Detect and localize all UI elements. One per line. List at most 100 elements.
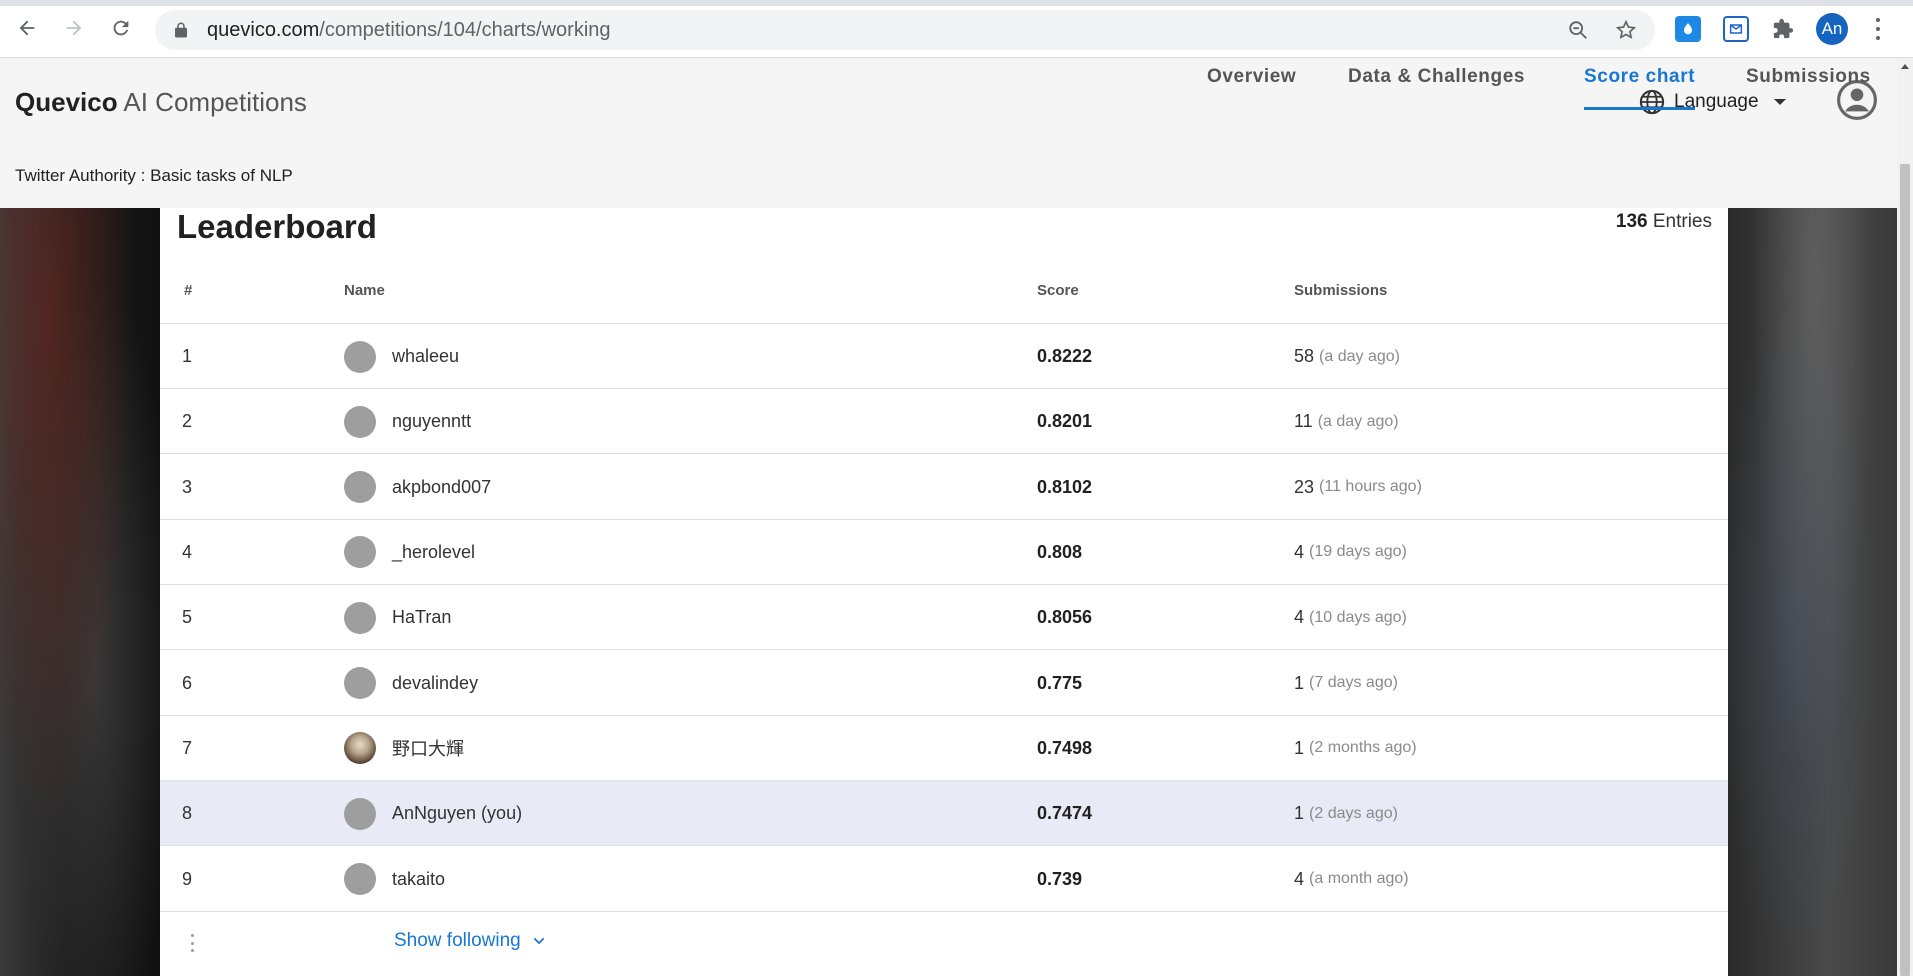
browser-toolbar: quevico.com/competitions/104/charts/work… (0, 0, 1913, 58)
user-name: AnNguyen (you) (392, 803, 523, 824)
column-header-name: Name (344, 282, 385, 299)
last-submission-time: (a day ago) (1319, 347, 1400, 365)
bookmark-star-icon[interactable] (1615, 19, 1637, 41)
table-row: 5 HaTran 0.8056 4 (10 days ago) (160, 585, 1728, 651)
forward-button[interactable] (59, 13, 89, 43)
rank-cell: 7 (182, 737, 193, 758)
show-following-label: Show following (394, 930, 521, 951)
entries-label: Entries (1652, 211, 1712, 232)
rank-cell: 8 (182, 803, 193, 824)
score-cell: 0.775 (1037, 672, 1083, 693)
table-row: 2 nguyenntt 0.8201 11 (a day ago) (160, 389, 1728, 455)
extension-save-icon[interactable] (1723, 16, 1749, 42)
table-row-current-user: 8 AnNguyen (you) 0.7474 1 (2 days ago) (160, 781, 1728, 847)
background-image-right (1728, 208, 1897, 976)
tab-score-chart[interactable]: Score chart (1584, 58, 1696, 110)
submission-count: 58 (1294, 346, 1315, 366)
site-logo[interactable]: Quevico AI Competitions (15, 87, 307, 118)
score-cell: 0.8222 (1037, 346, 1093, 366)
submission-count: 4 (1294, 607, 1305, 628)
user-name: devalindey (392, 672, 479, 693)
brand-name: Quevico (15, 87, 118, 117)
background-image-left (0, 208, 160, 976)
last-submission-time: (11 hours ago) (1319, 478, 1422, 496)
last-submission-time: (7 days ago) (1309, 674, 1398, 692)
url-path: /competitions/104/charts/working (319, 19, 611, 41)
brand-subtitle: AI Competitions (123, 87, 307, 117)
last-submission-time: (10 days ago) (1309, 608, 1407, 626)
submission-count: 23 (1294, 476, 1315, 497)
show-following-row: Show following (160, 910, 1728, 976)
extension-drop-icon[interactable] (1675, 16, 1701, 42)
submissions-cell: 4 (a month ago) (1294, 847, 1409, 912)
user-name: 野口大輝 (392, 739, 464, 760)
name-cell[interactable]: AnNguyen (you) (344, 781, 522, 846)
tab-submissions[interactable]: Submissions (1746, 58, 1871, 110)
app-header: Quevico AI Competitions Language Twitter… (0, 58, 1897, 208)
rank-cell: 3 (182, 476, 193, 497)
reload-icon (113, 20, 129, 36)
show-following-button[interactable]: Show following (394, 930, 547, 952)
zoom-out-icon[interactable] (1567, 19, 1589, 41)
column-header-submissions: Submissions (1294, 282, 1388, 299)
score-cell: 0.8201 (1037, 411, 1093, 432)
avatar (344, 536, 376, 569)
column-header-score: Score (1037, 282, 1079, 299)
name-cell[interactable]: akpbond007 (344, 455, 491, 520)
user-name: _herolevel (392, 541, 476, 562)
user-name: HaTran (392, 607, 452, 628)
submissions-cell: 1 (2 months ago) (1294, 716, 1417, 781)
name-cell[interactable]: 野口大輝 (344, 716, 464, 781)
name-cell[interactable]: _herolevel (344, 520, 475, 585)
submissions-cell: 1 (2 days ago) (1294, 781, 1398, 846)
user-name: nguyenntt (392, 411, 472, 432)
browser-menu-icon[interactable] (1868, 16, 1888, 42)
name-cell[interactable]: devalindey (344, 651, 478, 716)
submissions-cell: 1 (7 days ago) (1294, 651, 1398, 716)
submissions-cell: 23 (11 hours ago) (1294, 455, 1422, 520)
avatar (344, 667, 376, 700)
browser-profile-avatar[interactable]: An (1816, 13, 1848, 45)
back-button[interactable] (12, 13, 42, 43)
rank-cell: 4 (182, 541, 193, 562)
column-header-rank: # (184, 282, 193, 299)
submission-count: 4 (1294, 541, 1305, 562)
name-cell[interactable]: HaTran (344, 585, 451, 650)
submission-count: 11 (1294, 411, 1313, 432)
score-cell: 0.739 (1037, 868, 1083, 889)
page-scrollbar[interactable] (1897, 58, 1913, 976)
table-row: 3 akpbond007 0.8102 23 (11 hours ago) (160, 455, 1728, 520)
chevron-down-icon (533, 937, 545, 945)
scroll-up-icon[interactable] (1901, 64, 1909, 69)
extensions-puzzle-icon[interactable] (1770, 16, 1796, 42)
submissions-cell: 4 (10 days ago) (1294, 585, 1407, 650)
address-bar[interactable]: quevico.com/competitions/104/charts/work… (155, 10, 1655, 50)
scrollbar-thumb[interactable] (1900, 164, 1910, 976)
submission-count: 1 (1294, 737, 1305, 758)
last-submission-time: (2 days ago) (1309, 804, 1398, 822)
competition-title: Twitter Authority : Basic tasks of NLP (15, 166, 293, 185)
rank-cell: 6 (182, 672, 193, 693)
tab-data-challenges[interactable]: Data & Challenges (1348, 58, 1525, 110)
reload-button[interactable] (106, 13, 136, 43)
user-name: takaito (392, 868, 446, 889)
submission-count: 1 (1294, 672, 1305, 693)
arrow-right-icon (66, 20, 82, 36)
rank-cell: 9 (182, 868, 193, 889)
name-cell[interactable]: nguyenntt (344, 389, 471, 454)
submission-count: 4 (1294, 868, 1305, 889)
rank-cell: 1 (182, 346, 193, 366)
avatar (344, 340, 376, 373)
url-host: quevico.com (207, 19, 320, 41)
avatar (344, 601, 376, 634)
name-cell[interactable]: takaito (344, 847, 445, 912)
avatar (344, 405, 376, 438)
ellipsis-vertical-icon (191, 934, 195, 952)
leaderboard-title: Leaderboard (177, 208, 377, 245)
tab-strip-edge (0, 0, 1913, 6)
lock-icon (175, 22, 187, 38)
last-submission-time: (2 months ago) (1309, 739, 1417, 757)
name-cell[interactable]: whaleeu (344, 324, 459, 389)
tab-overview[interactable]: Overview (1207, 58, 1296, 110)
avatar (344, 797, 376, 830)
